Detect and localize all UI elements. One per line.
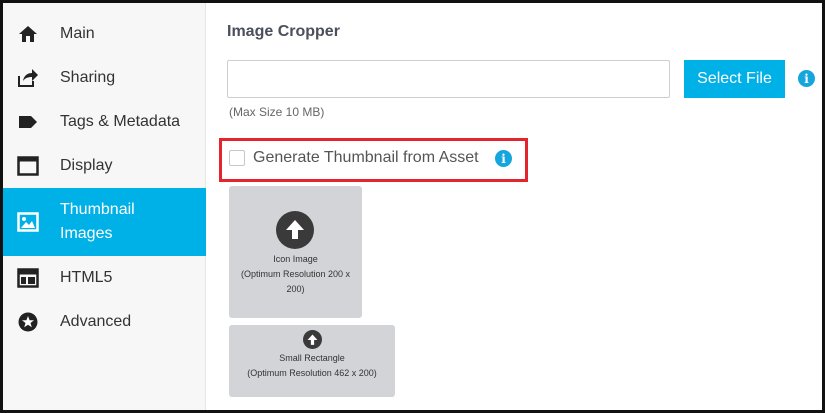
sidebar-item-display[interactable]: Display	[3, 144, 206, 188]
star-icon	[17, 311, 39, 333]
sidebar-item-label: Display	[60, 157, 113, 174]
upload-icon	[276, 211, 314, 249]
sidebar-item-label: Thumbnail Images	[60, 201, 135, 242]
sidebar-item-tags-metadata[interactable]: Tags & Metadata	[3, 100, 206, 144]
generate-thumbnail-checkbox[interactable]	[229, 150, 245, 166]
app-frame: Main Sharing Tags & Metadata Display Thu	[0, 0, 825, 413]
upload-icon	[303, 330, 322, 349]
sidebar-item-label: Advanced	[60, 313, 132, 330]
thumbnail-subtitle: (Optimum Resolution 462 x 200)	[247, 368, 377, 378]
sidebar-item-main[interactable]: Main	[3, 12, 206, 56]
sidebar-item-label: Tags & Metadata	[60, 113, 181, 130]
small-rectangle-upload[interactable]: Small Rectangle (Optimum Resolution 462 …	[229, 325, 395, 397]
sidebar-item-advanced[interactable]: Advanced	[3, 300, 206, 344]
sidebar-item-thumbnail-images[interactable]: Thumbnail Images	[3, 188, 206, 256]
thumbnail-title: Small Rectangle	[279, 353, 345, 363]
select-file-button[interactable]: Select File	[684, 60, 785, 98]
html5-layout-icon	[17, 267, 39, 289]
display-icon	[17, 155, 39, 177]
thumbnail-subtitle: (Optimum Resolution 200 x 200)	[240, 269, 351, 294]
info-icon[interactable]: i	[495, 150, 512, 167]
sidebar-item-html5[interactable]: HTML5	[3, 256, 206, 300]
sidebar-item-sharing[interactable]: Sharing	[3, 56, 206, 100]
generate-thumbnail-label: Generate Thumbnail from Asset	[253, 149, 479, 166]
icon-image-upload[interactable]: Icon Image (Optimum Resolution 200 x 200…	[229, 186, 362, 318]
main-panel: Image Cropper Select File i (Max Size 10…	[207, 3, 822, 410]
home-icon	[17, 23, 39, 45]
thumbnail-title: Icon Image	[273, 254, 318, 264]
max-size-hint: (Max Size 10 MB)	[229, 105, 325, 119]
sidebar-item-label: HTML5	[60, 269, 113, 286]
section-title: Image Cropper	[227, 23, 340, 40]
image-icon	[17, 211, 39, 233]
tag-icon	[17, 111, 39, 133]
sidebar: Main Sharing Tags & Metadata Display Thu	[3, 3, 206, 410]
file-path-input[interactable]	[227, 60, 670, 98]
sidebar-item-label: Main	[60, 25, 95, 42]
info-icon[interactable]: i	[798, 70, 815, 87]
sidebar-item-label: Sharing	[60, 69, 116, 86]
share-icon	[17, 67, 39, 89]
